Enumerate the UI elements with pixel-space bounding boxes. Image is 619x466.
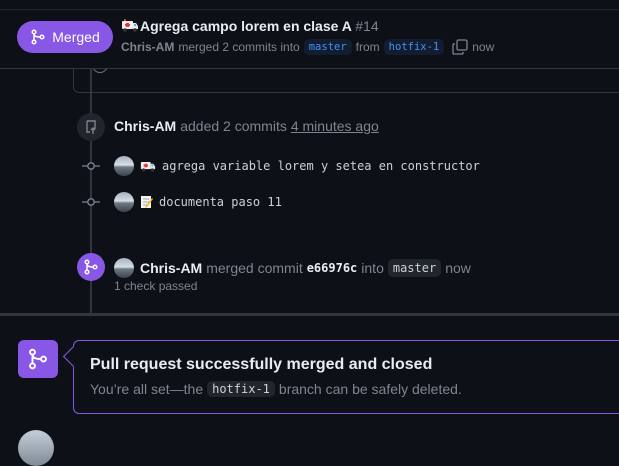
pr-title-text[interactable]: Agrega campo lorem en clase A: [140, 18, 351, 34]
pr-subtitle: Chris-AM merged 2 commits into master fr…: [121, 39, 494, 55]
merge-box-description: You’re all set—the hotfix-1 branch can b…: [90, 381, 462, 397]
merge-target-branch[interactable]: master: [387, 259, 442, 277]
merged-status-badge: Merged: [17, 21, 113, 53]
avatar[interactable]: [114, 156, 134, 176]
git-commit-icon: [82, 162, 100, 170]
header-time: now: [472, 40, 495, 54]
avatar[interactable]: [114, 192, 134, 212]
commit-row: agrega variable lorem y setea en constru…: [114, 156, 480, 176]
pr-number: #14: [355, 18, 379, 34]
merge-into-text: into: [361, 260, 384, 276]
ambulance-icon: [140, 159, 156, 173]
merged-status-label: Merged: [52, 29, 100, 45]
commit-message[interactable]: agrega variable lorem y setea en constru…: [162, 159, 480, 173]
avatar[interactable]: [114, 258, 134, 278]
commits-event-action: added 2 commits: [180, 118, 287, 134]
merge-box-title: Pull request successfully merged and clo…: [90, 356, 433, 373]
header-from-text: from: [355, 40, 380, 54]
merged-box-icon: [18, 340, 58, 378]
commits-event-time[interactable]: 4 minutes ago: [291, 118, 379, 134]
merge-event: Chris-AM merged commit e66976c into mast…: [114, 258, 471, 278]
git-merge-icon: [84, 259, 98, 275]
commit-message[interactable]: documenta paso 11: [159, 195, 282, 209]
checks-status[interactable]: 1 check passed: [114, 279, 197, 293]
merge-status-box: [73, 340, 619, 414]
merge-desc-branch: hotfix-1: [207, 381, 275, 397]
header-author-link[interactable]: Chris-AM: [121, 40, 174, 54]
git-commit-icon: [82, 198, 100, 206]
git-merge-icon: [31, 29, 45, 45]
copy-icon[interactable]: [452, 39, 468, 55]
memo-icon: [140, 195, 153, 209]
merge-event-author[interactable]: Chris-AM: [140, 260, 202, 276]
commits-added-event: Chris-AM added 2 commits 4 minutes ago: [114, 118, 379, 134]
timeline-divider: [0, 313, 619, 316]
head-branch[interactable]: hotfix-1: [383, 39, 445, 55]
repo-push-icon: [77, 113, 105, 141]
header-merged-text: merged 2 commits into: [178, 40, 300, 54]
merge-event-time: now: [445, 260, 471, 276]
sticky-header: Merged Agrega campo lorem en clase A #14…: [0, 0, 619, 69]
pr-title: Agrega campo lorem en clase A #14: [121, 18, 379, 34]
base-branch[interactable]: master: [303, 39, 352, 55]
merge-desc-after: branch can be safely deleted.: [278, 381, 462, 397]
merge-commit-sha[interactable]: e66976c: [307, 261, 358, 275]
merged-event-icon: [77, 253, 105, 281]
commits-event-author[interactable]: Chris-AM: [114, 118, 176, 134]
ambulance-icon: [121, 18, 138, 32]
git-merge-icon: [29, 348, 47, 370]
merge-desc-before: You’re all set—the: [90, 381, 204, 397]
avatar[interactable]: [18, 430, 54, 466]
commit-row: documenta paso 11: [114, 192, 282, 212]
merge-event-action: merged commit: [206, 260, 303, 276]
